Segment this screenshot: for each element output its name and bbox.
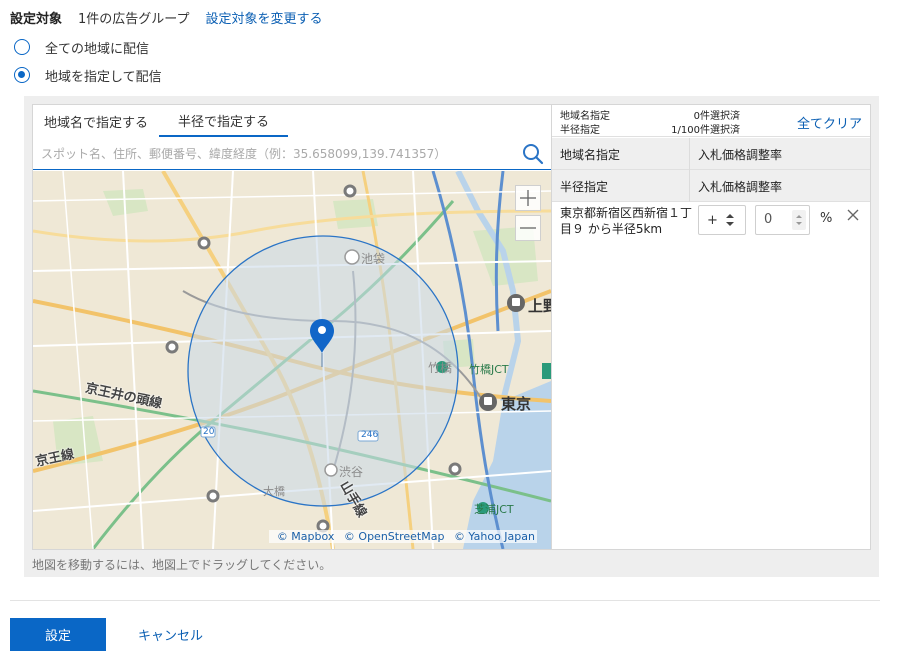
percent-unit: % (820, 211, 833, 226)
plus-icon (520, 190, 536, 206)
radio-all-regions[interactable]: 全ての地域に配信 (14, 38, 150, 57)
radio-label: 全ての地域に配信 (45, 41, 150, 57)
attribution-mapbox[interactable]: © Mapbox (277, 530, 335, 543)
summary-region-label: 地域名指定 (560, 111, 610, 122)
summary-region-value: 0件選択済 (693, 111, 740, 122)
number-stepper[interactable] (792, 210, 806, 230)
label-shibaura-jct: 芝浦JCT (474, 503, 514, 516)
map-view[interactable]: 池袋 上野 竹橋 竹橋JCT 東京 渋谷 芝浦JCT 京王井の頭線 京王線 山手… (33, 171, 551, 549)
selection-panel: 地域名指定 0件選択済 半径指定 1/100件選択済 全てクリア 地域名指定 入… (552, 104, 871, 550)
label-ueno: 上野 (528, 297, 551, 315)
column-header-region: 地域名指定 (552, 138, 690, 170)
label-route-20: 20 (203, 427, 215, 437)
submit-button[interactable]: 設定 (10, 618, 106, 651)
sign-select[interactable]: + (698, 205, 746, 235)
target-row: 設定対象 1件の広告グループ 設定対象を変更する (10, 8, 323, 27)
change-target-link[interactable]: 設定対象を変更する (206, 8, 323, 27)
region-panel: 地域名で指定する 半径で指定する スポット名、住所、郵便番号、緯度経度（例：35… (24, 96, 879, 577)
target-value: 1件の広告グループ (78, 11, 190, 27)
summary-radius-value: 1/100件選択済 (671, 125, 740, 136)
stepper-arrows-icon (796, 215, 802, 225)
radio-button-checked[interactable] (14, 67, 30, 83)
bid-adjust-value: 0 (764, 212, 773, 227)
map-box: 地域名で指定する 半径で指定する スポット名、住所、郵便番号、緯度経度（例：35… (32, 104, 552, 550)
column-header-bid-adjust: 入札価格調整率 (698, 147, 783, 162)
footer-divider (10, 600, 880, 601)
close-icon[interactable] (846, 208, 860, 222)
zoom-out-button[interactable] (515, 215, 541, 241)
column-header-radius: 半径指定 (552, 170, 690, 202)
map-base (33, 171, 551, 549)
summary-radius-label: 半径指定 (560, 125, 600, 136)
label-route-246: 246 (361, 430, 379, 440)
sign-select-value: + (707, 212, 718, 228)
region-table-header: 地域名指定 入札価格調整率 (552, 138, 870, 170)
radio-specify-region[interactable]: 地域を指定して配信 (14, 66, 162, 85)
map-attribution: © Mapbox © OpenStreetMap © Yahoo Japan (268, 530, 537, 543)
column-header-bid-adjust: 入札価格調整率 (698, 179, 783, 194)
label-takebashi-jct: 竹橋JCT (469, 363, 509, 376)
bid-adjust-input[interactable]: 0 (755, 205, 810, 235)
radio-label: 地域を指定して配信 (45, 69, 162, 85)
radius-table-header: 半径指定 入札価格調整率 (552, 170, 870, 202)
tab-radius[interactable]: 半径で指定する (159, 105, 289, 137)
search-input[interactable] (33, 138, 517, 169)
clear-all-link[interactable]: 全てクリア (797, 113, 862, 132)
search-bar (33, 138, 551, 170)
label-ikebukuro: 池袋 (361, 252, 386, 266)
label-ohashi: 大橋 (263, 485, 285, 498)
selection-summary: 地域名指定 0件選択済 半径指定 1/100件選択済 全てクリア (552, 105, 870, 137)
sort-arrows-icon (725, 214, 734, 226)
radius-row-name: 東京都新宿区西新宿１丁目９ から半径5km (560, 206, 693, 236)
cancel-button[interactable]: キャンセル (138, 618, 203, 651)
map-hint: 地図を移動するには、地図上でドラッグしてください。 (32, 558, 332, 572)
label-tokyo: 東京 (501, 395, 532, 413)
attribution-osm[interactable]: © OpenStreetMap (344, 530, 445, 543)
minus-icon (520, 227, 536, 229)
attribution-yahoo[interactable]: © Yahoo Japan (454, 530, 535, 543)
search-icon[interactable] (521, 142, 545, 166)
radio-button[interactable] (14, 39, 30, 55)
tab-bar: 地域名で指定する 半径で指定する (33, 105, 551, 137)
radius-row: 東京都新宿区西新宿１丁目９ から半径5km + 0 % (552, 202, 870, 242)
zoom-in-button[interactable] (515, 185, 541, 211)
target-label: 設定対象 (10, 11, 63, 27)
label-takebashi: 竹橋 (428, 361, 453, 375)
tab-region-name[interactable]: 地域名で指定する (33, 105, 159, 137)
